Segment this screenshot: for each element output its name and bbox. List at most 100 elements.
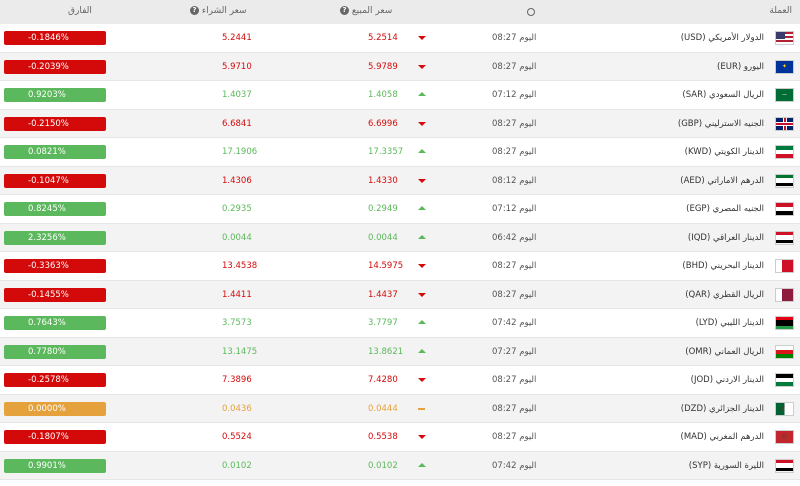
currency-table: الفارق ? سعر الشراء ? سعر المبيع العملة … (0, 0, 800, 480)
update-time: اليوم 08:27 (492, 118, 537, 129)
currency-name[interactable]: الدينار الكويتي (KWD) (685, 147, 764, 157)
diff-badge: 0.7780% (4, 344, 106, 359)
trend-down-icon (418, 292, 426, 297)
buy-price: 3.7573 (222, 318, 252, 328)
trend-up-icon (418, 348, 426, 353)
update-time: اليوم 07:42 (492, 318, 537, 328)
trend-up-icon (418, 149, 426, 153)
table-row[interactable]: -0.1807% 0.5524 0.5538 اليوم 08:27 الدرهم ال… (0, 423, 800, 452)
gbp-flag-icon (775, 116, 794, 131)
omr-flag-icon (775, 344, 794, 359)
currency-name[interactable]: الجنيه المصري (EGP) (686, 204, 764, 214)
update-time: اليوم 08:27 (492, 375, 537, 385)
update-time: اليوم 08:27 (492, 61, 537, 72)
sell-price: 1.4330 (368, 175, 398, 186)
trend-down-icon (418, 378, 426, 382)
trend-up-icon (418, 92, 426, 96)
kwd-flag-icon (775, 145, 794, 159)
table-row[interactable]: 0.7780% 13.1475 13.8621 اليوم 07:27 الريال ا… (0, 337, 800, 366)
trend-down-icon (418, 178, 426, 183)
update-time: اليوم 08:27 (492, 33, 537, 43)
currency-name[interactable]: الدينار الاردني (JOD) (691, 375, 764, 385)
update-time: اليوم 08:12 (492, 175, 537, 186)
iqd-flag-icon (775, 230, 794, 245)
diff-badge: -0.1047% (4, 173, 106, 188)
table-row[interactable]: 0.8245% 0.2935 0.2949 اليوم 07:12 الجنيه الم… (0, 195, 800, 224)
header-buy: ? سعر الشراء (188, 6, 247, 16)
buy-price: 17.1906 (222, 147, 258, 157)
buy-price: 0.0436 (222, 403, 252, 414)
buy-price: 0.0044 (222, 232, 252, 243)
trend-down-icon (418, 36, 426, 40)
table-row[interactable]: -0.1846% 5.2441 5.2514 اليوم 08:27 الدولار ا… (0, 24, 800, 53)
table-row[interactable]: -0.1047% 1.4306 1.4330 اليوم 08:12 الدرهم ال… (0, 166, 800, 195)
table-row[interactable]: -0.1455% 1.4411 1.4437 اليوم 08:27 الريال ال… (0, 280, 800, 309)
usd-flag-icon (775, 31, 794, 45)
buy-price: 0.2935 (222, 204, 252, 214)
table-row[interactable]: 0.0000% 0.0436 0.0444 اليوم 08:27 الدينار ال… (0, 394, 800, 423)
currency-name[interactable]: الدولار الأمريكي (USD) (681, 33, 764, 43)
buy-price: 7.3896 (222, 375, 252, 385)
sell-price: 0.5538 (368, 432, 398, 442)
currency-name[interactable]: الليرة السورية (SYP) (689, 461, 764, 471)
eur-flag-icon: ✦ (775, 59, 794, 74)
update-time: اليوم 07:12 (492, 90, 537, 100)
currency-name[interactable]: الريال العماني (OMR) (685, 347, 764, 357)
trend-flat-icon (418, 407, 425, 410)
table-row[interactable]: -0.2039% 5.9710 5.9789 اليوم 08:27 اليورو (E… (0, 52, 800, 81)
diff-badge: 0.8245% (4, 202, 106, 216)
jod-flag-icon (775, 373, 794, 387)
currency-name[interactable]: الدينار الجزائري (DZD) (681, 404, 764, 414)
table-row[interactable]: 0.9901% 0.0102 0.0102 اليوم 07:42 الليرة الس… (0, 451, 800, 480)
dzd-flag-icon: ☾ (775, 401, 794, 416)
lyd-flag-icon (775, 316, 794, 330)
table-row[interactable]: -0.2578% 7.3896 7.4280 اليوم 08:27 الدينار ا… (0, 366, 800, 395)
trend-up-icon (418, 320, 426, 324)
currency-name[interactable]: الريال السعودي (SAR) (682, 90, 764, 100)
table-row[interactable]: -0.3363% 13.4538 14.5975 اليوم 08:27 الدينار… (0, 252, 800, 281)
update-time: اليوم 08:27 (492, 147, 537, 157)
table-row[interactable]: 0.7643% 3.7573 3.7797 اليوم 07:42 الدينار ال… (0, 309, 800, 338)
sell-price: 14.5975 (368, 261, 404, 271)
currency-name[interactable]: الدرهم الاماراتي (AED) (680, 176, 764, 186)
header-buy-label: سعر الشراء (201, 6, 247, 16)
help-icon[interactable]: ? (340, 6, 349, 15)
currency-name[interactable]: الريال القطري (QAR) (685, 290, 764, 300)
table-row[interactable]: 0.0821% 17.1906 17.3357 اليوم 08:27 الدينار … (0, 138, 800, 167)
update-time: اليوم 07:12 (492, 204, 537, 214)
currency-name[interactable]: اليورو (EUR) (717, 62, 764, 72)
sell-price: 1.4437 (368, 289, 398, 300)
diff-badge: 2.3256% (4, 230, 106, 245)
sell-price: 6.6996 (368, 118, 398, 129)
table-row[interactable]: 2.3256% 0.0044 0.0044 اليوم 06:42 الدينار ال… (0, 223, 800, 252)
sell-price: 5.9789 (368, 61, 398, 72)
currency-name[interactable]: الجنيه الاسترليني (GBP) (678, 119, 764, 129)
buy-price: 6.6841 (222, 118, 252, 129)
update-time: اليوم 08:27 (492, 403, 537, 414)
help-icon[interactable]: ? (190, 6, 199, 15)
buy-price: 1.4411 (222, 289, 252, 300)
sell-price: 0.0102 (368, 460, 398, 471)
diff-badge: -0.2039% (4, 59, 106, 74)
sell-price: 13.8621 (368, 346, 404, 357)
update-time: اليوم 08:27 (492, 432, 537, 442)
trend-up-icon (418, 234, 426, 239)
buy-price: 0.5524 (222, 432, 252, 442)
sar-flag-icon: — (775, 88, 794, 102)
egp-flag-icon (775, 202, 794, 216)
currency-name[interactable]: الدينار البحريني (BHD) (682, 261, 764, 271)
mad-flag-icon: ✩ (775, 430, 794, 444)
clock-icon (527, 8, 535, 19)
table-row[interactable]: 0.9203% 1.4037 1.4058 اليوم 07:12 الريال الس… (0, 81, 800, 110)
sell-price: 7.4280 (368, 375, 398, 385)
diff-badge: -0.3363% (4, 259, 106, 273)
currency-name[interactable]: الدينار الليبي (LYD) (696, 318, 764, 328)
table-row[interactable]: -0.2150% 6.6841 6.6996 اليوم 08:27 الجنيه ال… (0, 109, 800, 138)
diff-badge: -0.2578% (4, 373, 106, 387)
sell-price: 0.0044 (368, 232, 398, 243)
trend-down-icon (418, 121, 426, 126)
buy-price: 0.0102 (222, 460, 252, 471)
currency-name[interactable]: الدينار العراقي (IQD) (688, 233, 764, 243)
currency-name[interactable]: الدرهم المغربي (MAD) (680, 432, 764, 442)
diff-badge: 0.0000% (4, 401, 106, 416)
